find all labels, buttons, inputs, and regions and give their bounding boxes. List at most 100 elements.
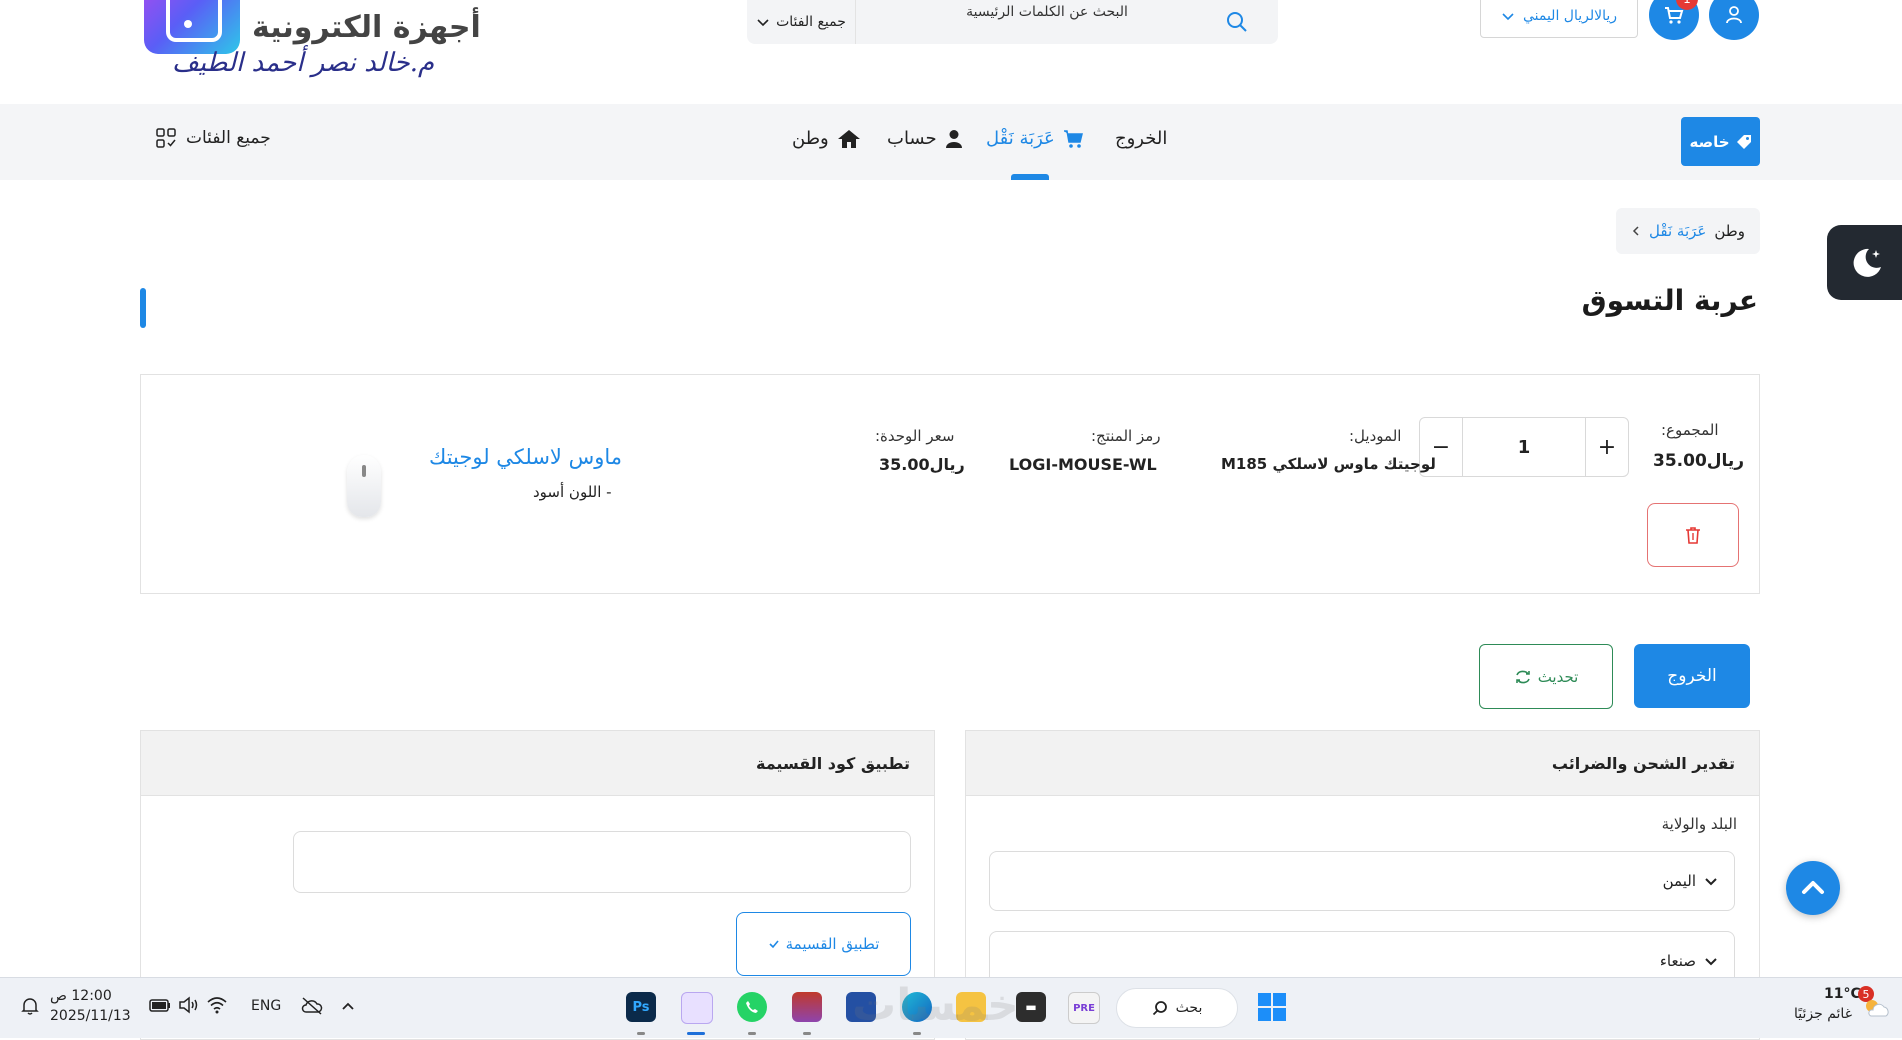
user-icon [945,129,962,148]
chevron-up-icon [1802,881,1824,894]
logo-signature: م.خالد نصر أحمد الطيف [172,48,435,78]
total-label: المجموع: [1661,421,1719,439]
app-terminal-icon[interactable]: ▬ [1016,992,1046,1022]
moon-icon [1853,248,1881,277]
total-value: ريال35.00 [1653,451,1745,471]
weather-description[interactable]: غائم جزئيًا [1794,1006,1852,1022]
remove-item-button[interactable] [1647,503,1739,567]
whatsapp-running-dot [748,1032,756,1035]
battery-icon[interactable] [148,996,172,1014]
coupon-code-input[interactable] [293,831,911,893]
all-categories-menu[interactable]: جميع الفئات [156,128,271,148]
cart-icon [1063,129,1083,148]
chevron-down-icon [757,19,769,27]
apply-coupon-label: تطبيق القسيمة [785,935,880,953]
windows-icon [1258,993,1286,1021]
search-category-dropdown[interactable]: جميع الفئات [747,0,856,44]
store-logo[interactable] [144,0,240,54]
special-offers-label: خاصه [1689,132,1730,151]
language-indicator[interactable]: ENG [251,998,281,1014]
breadcrumb-current[interactable]: عَرَبَة نَقْل [1649,222,1706,240]
update-cart-label: تحديث [1537,667,1579,686]
country-select[interactable]: اليمن [989,851,1735,911]
active-app-icon[interactable] [681,992,713,1024]
page-title: عربة التسوق [1581,284,1758,317]
clock-time[interactable]: 12:00 ص [50,988,112,1004]
trash-icon [1686,527,1700,544]
currency-label: ريالالريال اليمني [1522,8,1618,24]
windows-taskbar: 11°C غائم جزئيًا 5 بحث PRE ▬ Ps خمسات EN… [0,977,1902,1038]
product-option: - اللون أسود [533,483,612,501]
state-value: صنعاء [1659,952,1696,970]
mouse-wheel [362,465,366,477]
logo-device-shape [166,0,222,42]
chevron-up-icon[interactable] [340,998,356,1014]
chevron-left-icon [1632,226,1639,236]
taskbar-search[interactable]: بحث [1116,988,1238,1028]
scroll-to-top-button[interactable] [1786,861,1840,915]
winrar-running-dot [803,1032,811,1035]
increase-quantity-button[interactable]: + [1586,418,1628,476]
edge-running-dot [913,1032,921,1035]
nav-account-label: حساب [887,128,937,149]
breadcrumb-home[interactable]: وطن [1714,222,1745,240]
coupon-panel-title: تطبيق كود القسيمة [141,731,934,796]
winrar-icon[interactable] [792,992,822,1022]
quantity-stepper: − 1 + [1419,417,1629,477]
currency-selector[interactable]: ريالالريال اليمني [1480,0,1638,38]
nav-cart-label: عَرَبَة نَقْل [986,128,1055,149]
nav-home-label: وطن [792,128,829,149]
user-icon [1726,6,1742,24]
dark-mode-toggle[interactable] [1827,225,1902,300]
clock-date[interactable]: 2025/11/13 [50,1008,131,1024]
check-icon [769,940,779,949]
start-button[interactable] [1257,992,1287,1022]
search-bar: جميع الفئات البحث عن الكلمات الرئيسية [747,0,1278,44]
all-categories-label: جميع الفئات [186,128,271,148]
search-category-label: جميع الفئات [776,14,846,30]
nav-account[interactable]: حساب [887,128,963,149]
volume-icon[interactable] [178,996,200,1014]
search-input[interactable]: البحث عن الكلمات الرئيسية [897,4,1197,20]
nav-cart[interactable]: عَرَبَة نَقْل [986,128,1085,149]
search-icon[interactable] [1223,8,1251,36]
phone-icon [746,1001,758,1013]
taskbar-search-label: بحث [1175,1000,1203,1016]
photoshop-icon[interactable]: Ps [626,992,656,1022]
weather-icon [1866,1000,1889,1017]
product-image[interactable] [347,455,381,517]
shipping-panel-title: تقدير الشحن والضرائب [966,731,1759,796]
nav-checkout[interactable]: الخروج [1115,128,1167,149]
cart-item-card: المجموع: ريال35.00 − 1 + الموديل: لوجيتك… [140,374,1760,594]
special-offers-button[interactable]: خاصه [1681,117,1760,166]
model-value: لوجيتك ماوس لاسلكي M185 [1221,455,1436,473]
whatsapp-icon[interactable] [737,992,767,1022]
unit-price-value: ريال35.00 [879,455,965,474]
apply-coupon-button[interactable]: تطبيق القسيمة [736,912,911,976]
model-label: الموديل: [1349,427,1402,445]
checkout-button[interactable]: الخروج [1634,644,1750,708]
nav-active-indicator [1011,174,1049,180]
title-accent-bar [140,288,146,328]
update-cart-button[interactable]: تحديث [1479,644,1613,709]
product-name-link[interactable]: ماوس لاسلكي لوجيتك [429,445,622,469]
quantity-input[interactable]: 1 [1462,418,1586,476]
account-button[interactable] [1709,0,1759,40]
photoshop-running-dot [637,1032,645,1035]
active-app-indicator [687,1032,705,1035]
logo-dot [184,20,192,28]
watermark-text: خمسات [852,980,1019,1031]
wifi-icon[interactable] [206,996,228,1014]
chevron-down-icon [1705,958,1717,966]
app-premiere-icon[interactable]: PRE [1068,992,1100,1024]
sku-label: رمز المنتج: [1091,427,1161,445]
sku-value: LOGI-MOUSE-WL [1009,455,1157,474]
nav-home[interactable]: وطن [792,128,861,149]
home-icon [837,129,860,148]
grid-icon [156,128,176,148]
cloud-off-icon[interactable] [300,996,324,1016]
logo-text: أجهزة الكترونية [252,10,481,45]
weather-temperature[interactable]: 11°C [1824,986,1861,1002]
notification-bell-icon[interactable] [20,996,40,1016]
unit-price-label: سعر الوحدة: [875,427,955,445]
